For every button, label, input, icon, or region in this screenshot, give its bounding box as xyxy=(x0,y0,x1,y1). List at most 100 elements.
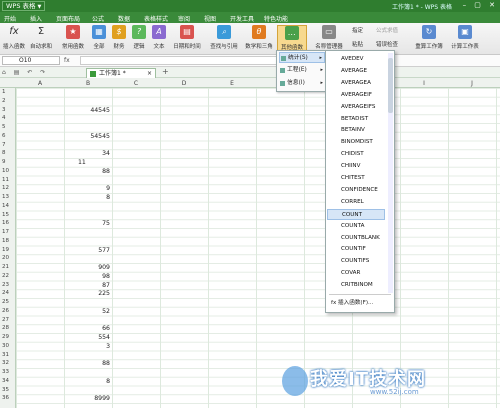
row-header-21[interactable]: 21 xyxy=(2,264,9,270)
menu-item-statistics[interactable]: 统计(S) ▸ xyxy=(279,52,325,63)
specify-button[interactable]: 指定 xyxy=(352,26,363,34)
cell-value[interactable]: 44545 xyxy=(64,107,110,114)
row-header-31[interactable]: 31 xyxy=(2,352,9,358)
function-item-countblank[interactable]: COUNTBLANK xyxy=(327,233,385,245)
cell-grid[interactable]: 44545 54545 34 11 88 9 8 75 577 909 98 87 225 52 66 554… xyxy=(16,88,500,408)
function-item-countif[interactable]: COUNTIF xyxy=(327,244,385,256)
other-functions-button[interactable]: … 其他函数 xyxy=(277,25,307,53)
calc-sheet-button[interactable]: ▣ 计算工作表 xyxy=(448,25,482,53)
function-item-covar[interactable]: COVAR xyxy=(327,268,385,280)
cell-value[interactable]: 8 xyxy=(64,194,110,201)
row-header-11[interactable]: 11 xyxy=(2,177,9,183)
cell-value[interactable]: 52 xyxy=(64,308,110,315)
row-header-29[interactable]: 29 xyxy=(2,334,9,340)
row-header-32[interactable]: 32 xyxy=(2,360,9,366)
cell-value[interactable]: 3 xyxy=(64,343,110,350)
function-item-average[interactable]: AVERAGE xyxy=(327,66,385,78)
row-header-36[interactable]: 36 xyxy=(2,395,9,401)
row-header-22[interactable]: 22 xyxy=(2,273,9,279)
recalc-workbook-button[interactable]: ↻ 重算工作簿 xyxy=(412,25,446,53)
cell-value[interactable]: 88 xyxy=(64,168,110,175)
column-header-C[interactable]: C xyxy=(112,80,160,87)
row-header-1[interactable]: 1 xyxy=(2,89,6,95)
function-item-chidist[interactable]: CHIDIST xyxy=(327,149,385,161)
menu-view[interactable]: 视图 xyxy=(204,14,216,23)
function-item-confidence[interactable]: CONFIDENCE xyxy=(327,185,385,197)
function-item-count[interactable]: COUNT xyxy=(327,208,385,221)
function-item-betainv[interactable]: BETAINV xyxy=(327,125,385,137)
menu-page-layout[interactable]: 页面布局 xyxy=(56,14,80,23)
row-header-26[interactable]: 26 xyxy=(2,308,9,314)
logic-button[interactable]: ? 逻辑 xyxy=(130,25,148,53)
function-item-correl[interactable]: CORREL xyxy=(327,197,385,209)
cell-value[interactable]: 98 xyxy=(64,273,110,280)
column-header-E[interactable]: E xyxy=(208,80,256,87)
row-header-23[interactable]: 23 xyxy=(2,282,9,288)
cell-value[interactable]: 75 xyxy=(64,220,110,227)
paste-name-button[interactable]: 粘贴 xyxy=(352,40,363,48)
row-header-5[interactable]: 5 xyxy=(2,124,6,130)
math-button[interactable]: θ 数学和三角 xyxy=(242,25,276,53)
function-item-binomdist[interactable]: BINOMDIST xyxy=(327,137,385,149)
row-header-6[interactable]: 6 xyxy=(2,133,6,139)
app-menu-button[interactable]: WPS 表格 ▼ xyxy=(2,1,46,11)
scrollbar-thumb[interactable] xyxy=(388,58,393,113)
cell-value[interactable]: 554 xyxy=(64,334,110,341)
formula-input[interactable] xyxy=(80,56,290,65)
row-header-3[interactable]: 3 xyxy=(2,107,6,113)
function-item-averageif[interactable]: AVERAGEIF xyxy=(327,90,385,102)
add-tab-button[interactable]: + xyxy=(162,67,169,76)
insert-function-menu-item[interactable]: fx 插入函数(F)... xyxy=(327,298,391,309)
function-item-avedev[interactable]: AVEDEV xyxy=(327,54,385,66)
document-tab[interactable]: 工作簿1 * × xyxy=(86,68,156,78)
column-header-D[interactable]: D xyxy=(160,80,208,87)
menu-review[interactable]: 审阅 xyxy=(178,14,190,23)
menu-formulas[interactable]: 公式 xyxy=(92,14,104,23)
all-functions-button[interactable]: ▦ 全部 xyxy=(90,25,108,53)
cell-value[interactable]: 9 xyxy=(64,185,110,192)
close-icon[interactable]: × xyxy=(147,69,152,78)
datetime-button[interactable]: ▤ 日期和时间 xyxy=(170,25,204,53)
lookup-button[interactable]: ⌕ 查找与引用 xyxy=(206,25,242,53)
function-item-critbinom[interactable]: CRITBINOM xyxy=(327,280,385,292)
function-item-countifs[interactable]: COUNTIFS xyxy=(327,256,385,268)
row-header-9[interactable]: 9 xyxy=(2,159,6,165)
row-header-30[interactable]: 30 xyxy=(2,343,9,349)
function-item-averagea[interactable]: AVERAGEA xyxy=(327,78,385,90)
row-header-12[interactable]: 12 xyxy=(2,185,9,191)
cell-value[interactable]: 54545 xyxy=(64,133,110,140)
scrollbar[interactable] xyxy=(388,53,393,293)
row-header-2[interactable]: 2 xyxy=(2,98,6,104)
row-header-4[interactable]: 4 xyxy=(2,115,6,121)
cell-value[interactable]: 11 xyxy=(78,159,86,166)
row-header-18[interactable]: 18 xyxy=(2,238,9,244)
menu-insert[interactable]: 插入 xyxy=(30,14,42,23)
row-header-16[interactable]: 16 xyxy=(2,220,9,226)
function-item-betadist[interactable]: BETADIST xyxy=(327,114,385,126)
autosum-button[interactable]: Σ 自动求和 xyxy=(28,25,54,53)
row-header-14[interactable]: 14 xyxy=(2,203,9,209)
column-header-B[interactable]: B xyxy=(64,80,112,87)
menu-home[interactable]: 开始 xyxy=(4,14,16,23)
row-header-34[interactable]: 34 xyxy=(2,378,9,384)
cell-value[interactable]: 8 xyxy=(64,378,110,385)
row-header-28[interactable]: 28 xyxy=(2,325,9,331)
cell-value[interactable]: 909 xyxy=(64,264,110,271)
column-header-A[interactable]: A xyxy=(16,80,64,87)
window-controls[interactable]: – ▢ ✕ xyxy=(463,1,498,9)
function-item-chitest[interactable]: CHITEST xyxy=(327,173,385,185)
row-header-27[interactable]: 27 xyxy=(2,317,9,323)
cell-value[interactable]: 66 xyxy=(64,325,110,332)
row-header-19[interactable]: 19 xyxy=(2,247,9,253)
menu-item-information[interactable]: 信息(I) ▸ xyxy=(279,78,325,89)
row-header-15[interactable]: 15 xyxy=(2,212,9,218)
cell-value[interactable]: 87 xyxy=(64,282,110,289)
row-header-20[interactable]: 20 xyxy=(2,255,9,261)
cell-value[interactable]: 225 xyxy=(64,290,110,297)
row-header-25[interactable]: 25 xyxy=(2,299,9,305)
formula-eval-button[interactable]: 公式求值 xyxy=(376,26,398,34)
row-header-7[interactable]: 7 xyxy=(2,142,6,148)
insert-function-button[interactable]: fx 插入函数 xyxy=(2,25,26,53)
function-item-counta[interactable]: COUNTA xyxy=(327,221,385,233)
quick-access-icons[interactable]: ⌂ ▤ ↶ ↷ xyxy=(2,69,48,76)
